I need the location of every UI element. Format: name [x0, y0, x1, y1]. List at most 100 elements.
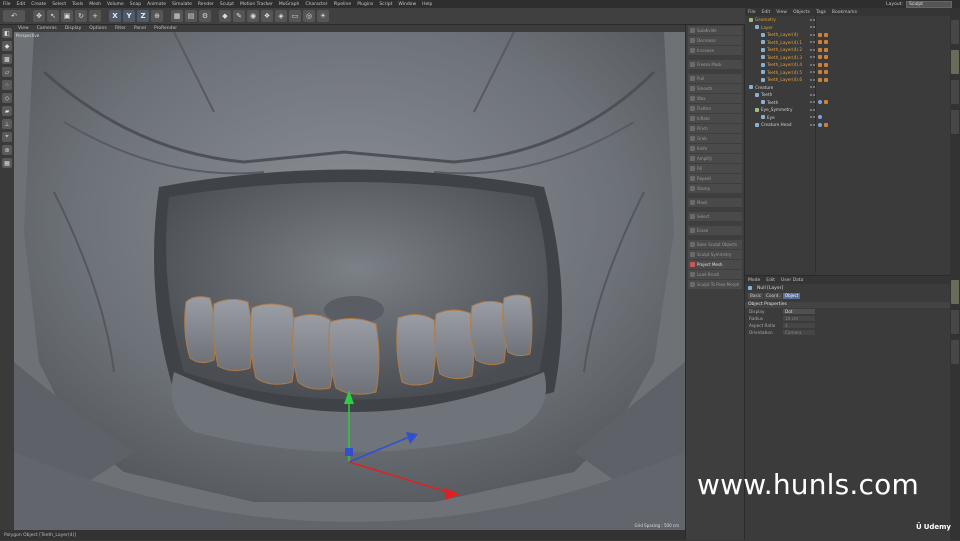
display-select[interactable]: Dot [783, 309, 815, 314]
edges-mode-icon[interactable]: ◇ [2, 93, 12, 103]
viewport-menu-prorender[interactable]: ProRender [150, 26, 181, 31]
menu-simulate[interactable]: Simulate [169, 2, 195, 7]
object-row[interactable]: Geometry [745, 16, 950, 24]
rotate-tool-icon[interactable]: ↻ [75, 10, 87, 22]
object-tags[interactable] [818, 32, 828, 37]
tab-object[interactable]: Object [782, 292, 801, 299]
y-axis-lock-icon[interactable]: Y [123, 10, 135, 22]
menu-file[interactable]: File [0, 2, 14, 7]
side-tab-structure[interactable] [951, 110, 959, 134]
viewport-menu-panel[interactable]: Panel [130, 26, 150, 31]
tool-grab[interactable]: Grab [688, 134, 742, 143]
om-menu-edit[interactable]: Edit [759, 10, 774, 15]
am-menu-user-data[interactable]: User Data [778, 278, 806, 283]
tool-fill[interactable]: Fill [688, 164, 742, 173]
cube-icon[interactable]: ◆ [219, 10, 231, 22]
object-row[interactable]: Teeth_Layer(4).2 [745, 46, 950, 54]
menu-create[interactable]: Create [28, 2, 49, 7]
subdivision-icon[interactable]: ◉ [247, 10, 259, 22]
tool-freeze-mask[interactable]: Freeze Mask [688, 60, 742, 69]
menu-mograph[interactable]: MoGraph [276, 2, 302, 7]
make-editable-icon[interactable]: ◧ [2, 28, 12, 38]
object-row[interactable]: Teeth_Layer(4) [745, 31, 950, 39]
object-tags[interactable] [818, 122, 828, 127]
move-tool-icon[interactable]: ✥ [33, 10, 45, 22]
menu-window[interactable]: Window [395, 2, 419, 7]
object-row[interactable]: Creature [745, 84, 950, 92]
object-row[interactable]: Teeth_Layer(4).4 [745, 61, 950, 69]
scene-icon[interactable]: ▭ [289, 10, 301, 22]
pen-icon[interactable]: ✎ [233, 10, 245, 22]
3d-viewport[interactable]: Perspective Grid Spacing : 500 cm [14, 32, 685, 530]
tool-erase[interactable]: Erase [688, 226, 742, 235]
tool-load-brush[interactable]: Load Brush [688, 270, 742, 279]
cloner-icon[interactable]: ❖ [261, 10, 273, 22]
points-mode-icon[interactable]: ⁘ [2, 80, 12, 90]
object-tags[interactable] [818, 40, 828, 45]
tool-subdivide[interactable]: Subdivide [688, 26, 742, 35]
object-row[interactable]: Eye [745, 114, 950, 122]
scale-tool-icon[interactable]: ▣ [61, 10, 73, 22]
tool-amplify[interactable]: Amplify [688, 154, 742, 163]
tool-increase[interactable]: Increase [688, 46, 742, 55]
side-tab-objects[interactable] [951, 20, 959, 44]
tool-decrease[interactable]: Decrease [688, 36, 742, 45]
tool-smooth[interactable]: Smooth [688, 84, 742, 93]
am-menu-edit[interactable]: Edit [763, 278, 778, 283]
x-axis-lock-icon[interactable]: X [109, 10, 121, 22]
texture-mode-icon[interactable]: ▩ [2, 54, 12, 64]
object-row[interactable]: Teeth [745, 99, 950, 107]
menu-sculpt[interactable]: Sculpt [217, 2, 237, 7]
tweak-mode-icon[interactable]: ⌖ [2, 132, 12, 142]
tool-stamp[interactable]: Stamp [688, 184, 742, 193]
menu-pipeline[interactable]: Pipeline [331, 2, 355, 7]
render-view-icon[interactable]: ▦ [171, 10, 183, 22]
menu-mesh[interactable]: Mesh [86, 2, 104, 7]
model-mode-icon[interactable]: ◆ [2, 41, 12, 51]
snap-icon[interactable]: ⊛ [2, 145, 12, 155]
tab-basic[interactable]: Basic [748, 292, 764, 299]
om-menu-objects[interactable]: Objects [790, 10, 813, 15]
menu-script[interactable]: Script [376, 2, 395, 7]
object-row[interactable]: Creature Head [745, 121, 950, 129]
object-row[interactable]: Eye_Symmetry [745, 106, 950, 114]
menu-animate[interactable]: Animate [144, 2, 169, 7]
lock-workplane-icon[interactable]: ▦ [2, 158, 12, 168]
tool-mask[interactable]: Mask [688, 198, 742, 207]
orientation-select[interactable]: Camera [783, 330, 815, 335]
menu-plugins[interactable]: Plugins [354, 2, 376, 7]
menu-help[interactable]: Help [419, 2, 435, 7]
aspect-ratio-field[interactable]: 1 [783, 323, 815, 328]
viewport-menu-view[interactable]: View [14, 26, 33, 31]
tool-pull[interactable]: Pull [688, 74, 742, 83]
object-tags[interactable] [818, 47, 828, 52]
z-axis-lock-icon[interactable]: Z [137, 10, 149, 22]
tool-bake-sculpt[interactable]: Bake Sculpt Objects [688, 240, 742, 249]
viewport-menu-options[interactable]: Options [85, 26, 110, 31]
menu-tools[interactable]: Tools [69, 2, 86, 7]
polygons-mode-icon[interactable]: ▰ [2, 106, 12, 116]
tool-inflate[interactable]: Inflate [688, 114, 742, 123]
object-row[interactable]: Teeth_Layer(4).1 [745, 39, 950, 47]
side-tab-layers[interactable] [951, 310, 959, 334]
side-tab-takes[interactable] [951, 50, 959, 74]
object-tags[interactable] [818, 100, 828, 105]
radius-field[interactable]: 10 cm [783, 316, 815, 321]
menu-snap[interactable]: Snap [127, 2, 144, 7]
object-row[interactable]: Teeth_Layer(4).6 [745, 76, 950, 84]
menu-select[interactable]: Select [49, 2, 69, 7]
live-select-icon[interactable]: ↖ [47, 10, 59, 22]
axis-mode-icon[interactable]: ⊥ [2, 119, 12, 129]
menu-motion-tracker[interactable]: Motion Tracker [237, 2, 276, 7]
menu-character[interactable]: Character [302, 2, 330, 7]
object-row[interactable]: Teeth_Layer(4).3 [745, 54, 950, 62]
deformer-icon[interactable]: ◈ [275, 10, 287, 22]
om-menu-file[interactable]: File [745, 10, 759, 15]
om-menu-view[interactable]: View [773, 10, 790, 15]
object-tags[interactable] [818, 115, 822, 120]
side-tab-attributes[interactable] [951, 280, 959, 304]
tool-sculpt-symmetry[interactable]: Sculpt Symmetry [688, 250, 742, 259]
viewport-menu-cameras[interactable]: Cameras [33, 26, 61, 31]
plus-icon[interactable]: + [89, 10, 101, 22]
side-tab-content-browser[interactable] [951, 80, 959, 104]
